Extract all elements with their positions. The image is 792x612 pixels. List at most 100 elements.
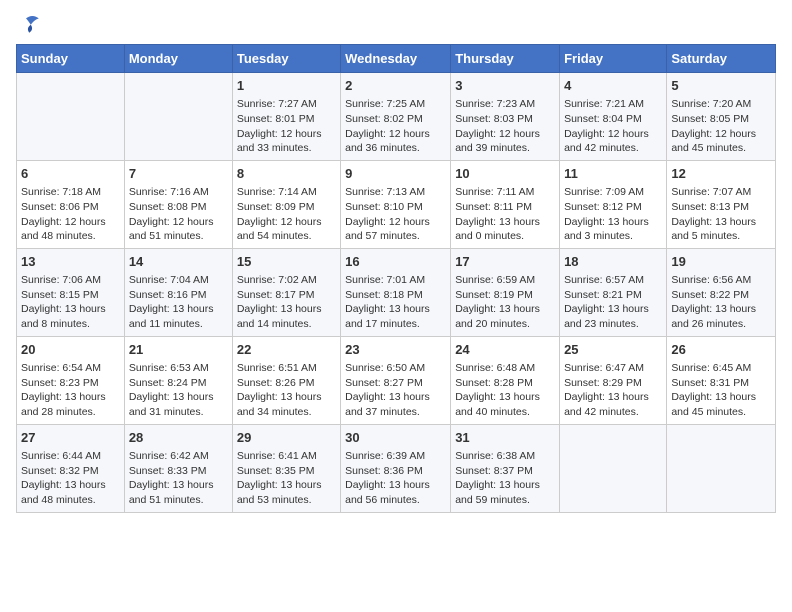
day-header-wednesday: Wednesday bbox=[341, 45, 451, 73]
cell-content: Sunrise: 7:27 AM Sunset: 8:01 PM Dayligh… bbox=[237, 97, 336, 156]
cell-content: Sunrise: 7:21 AM Sunset: 8:04 PM Dayligh… bbox=[564, 97, 662, 156]
calendar-cell: 6 Sunrise: 7:18 AM Sunset: 8:06 PM Daylig… bbox=[17, 160, 125, 248]
day-number: 7 bbox=[129, 165, 228, 183]
day-number: 27 bbox=[21, 429, 120, 447]
day-number: 9 bbox=[345, 165, 446, 183]
days-header-row: SundayMondayTuesdayWednesdayThursdayFrid… bbox=[17, 45, 776, 73]
cell-content: Sunrise: 6:45 AM Sunset: 8:31 PM Dayligh… bbox=[671, 361, 771, 420]
day-number: 22 bbox=[237, 341, 336, 359]
day-number: 17 bbox=[455, 253, 555, 271]
day-number: 25 bbox=[564, 341, 662, 359]
day-number: 29 bbox=[237, 429, 336, 447]
cell-content: Sunrise: 6:59 AM Sunset: 8:19 PM Dayligh… bbox=[455, 273, 555, 332]
day-header-thursday: Thursday bbox=[451, 45, 560, 73]
calendar-cell: 25 Sunrise: 6:47 AM Sunset: 8:29 PM Dayli… bbox=[560, 336, 667, 424]
cell-content: Sunrise: 7:13 AM Sunset: 8:10 PM Dayligh… bbox=[345, 185, 446, 244]
day-header-saturday: Saturday bbox=[667, 45, 776, 73]
header bbox=[16, 16, 776, 36]
cell-content: Sunrise: 6:47 AM Sunset: 8:29 PM Dayligh… bbox=[564, 361, 662, 420]
cell-content: Sunrise: 6:51 AM Sunset: 8:26 PM Dayligh… bbox=[237, 361, 336, 420]
day-number: 24 bbox=[455, 341, 555, 359]
calendar-cell: 15 Sunrise: 7:02 AM Sunset: 8:17 PM Dayli… bbox=[232, 248, 340, 336]
calendar-cell: 21 Sunrise: 6:53 AM Sunset: 8:24 PM Dayli… bbox=[124, 336, 232, 424]
day-number: 13 bbox=[21, 253, 120, 271]
calendar-cell: 17 Sunrise: 6:59 AM Sunset: 8:19 PM Dayli… bbox=[451, 248, 560, 336]
day-number: 14 bbox=[129, 253, 228, 271]
day-number: 11 bbox=[564, 165, 662, 183]
calendar-cell: 4 Sunrise: 7:21 AM Sunset: 8:04 PM Daylig… bbox=[560, 73, 667, 161]
week-row-5: 27 Sunrise: 6:44 AM Sunset: 8:32 PM Dayli… bbox=[17, 424, 776, 512]
day-number: 21 bbox=[129, 341, 228, 359]
logo bbox=[16, 16, 42, 36]
calendar-cell: 20Sunrise: 6:54 AM Sunset: 8:23 PM Dayli… bbox=[17, 336, 125, 424]
logo-bird-icon bbox=[18, 12, 42, 36]
cell-content: Sunrise: 7:02 AM Sunset: 8:17 PM Dayligh… bbox=[237, 273, 336, 332]
cell-content: Sunrise: 7:18 AM Sunset: 8:06 PM Dayligh… bbox=[21, 185, 120, 244]
cell-content: Sunrise: 7:09 AM Sunset: 8:12 PM Dayligh… bbox=[564, 185, 662, 244]
week-row-4: 20Sunrise: 6:54 AM Sunset: 8:23 PM Dayli… bbox=[17, 336, 776, 424]
cell-content: Sunrise: 7:01 AM Sunset: 8:18 PM Dayligh… bbox=[345, 273, 446, 332]
day-number: 1 bbox=[237, 77, 336, 95]
calendar-cell: 1 Sunrise: 7:27 AM Sunset: 8:01 PM Daylig… bbox=[232, 73, 340, 161]
day-number: 8 bbox=[237, 165, 336, 183]
calendar-cell bbox=[667, 424, 776, 512]
day-header-sunday: Sunday bbox=[17, 45, 125, 73]
calendar-cell: 26 Sunrise: 6:45 AM Sunset: 8:31 PM Dayli… bbox=[667, 336, 776, 424]
day-number: 12 bbox=[671, 165, 771, 183]
day-number: 15 bbox=[237, 253, 336, 271]
cell-content: Sunrise: 7:14 AM Sunset: 8:09 PM Dayligh… bbox=[237, 185, 336, 244]
cell-content: Sunrise: 6:56 AM Sunset: 8:22 PM Dayligh… bbox=[671, 273, 771, 332]
calendar-cell bbox=[124, 73, 232, 161]
day-number: 26 bbox=[671, 341, 771, 359]
calendar-cell: 16 Sunrise: 7:01 AM Sunset: 8:18 PM Dayli… bbox=[341, 248, 451, 336]
cell-content: Sunrise: 7:06 AM Sunset: 8:15 PM Dayligh… bbox=[21, 273, 120, 332]
cell-content: Sunrise: 7:16 AM Sunset: 8:08 PM Dayligh… bbox=[129, 185, 228, 244]
calendar-cell: 31Sunrise: 6:38 AM Sunset: 8:37 PM Dayli… bbox=[451, 424, 560, 512]
cell-content: Sunrise: 6:48 AM Sunset: 8:28 PM Dayligh… bbox=[455, 361, 555, 420]
day-number: 19 bbox=[671, 253, 771, 271]
calendar-cell: 5Sunrise: 7:20 AM Sunset: 8:05 PM Daylig… bbox=[667, 73, 776, 161]
day-number: 10 bbox=[455, 165, 555, 183]
calendar-cell: 29Sunrise: 6:41 AM Sunset: 8:35 PM Dayli… bbox=[232, 424, 340, 512]
calendar-cell: 13 Sunrise: 7:06 AM Sunset: 8:15 PM Dayli… bbox=[17, 248, 125, 336]
cell-content: Sunrise: 6:44 AM Sunset: 8:32 PM Dayligh… bbox=[21, 449, 120, 508]
calendar-cell: 19 Sunrise: 6:56 AM Sunset: 8:22 PM Dayli… bbox=[667, 248, 776, 336]
cell-content: Sunrise: 6:39 AM Sunset: 8:36 PM Dayligh… bbox=[345, 449, 446, 508]
cell-content: Sunrise: 7:25 AM Sunset: 8:02 PM Dayligh… bbox=[345, 97, 446, 156]
calendar-cell: 18 Sunrise: 6:57 AM Sunset: 8:21 PM Dayli… bbox=[560, 248, 667, 336]
day-number: 5 bbox=[671, 77, 771, 95]
day-header-friday: Friday bbox=[560, 45, 667, 73]
cell-content: Sunrise: 7:04 AM Sunset: 8:16 PM Dayligh… bbox=[129, 273, 228, 332]
calendar-cell bbox=[17, 73, 125, 161]
calendar-cell: 24 Sunrise: 6:48 AM Sunset: 8:28 PM Dayli… bbox=[451, 336, 560, 424]
calendar-cell: 23 Sunrise: 6:50 AM Sunset: 8:27 PM Dayli… bbox=[341, 336, 451, 424]
day-number: 4 bbox=[564, 77, 662, 95]
cell-content: Sunrise: 6:38 AM Sunset: 8:37 PM Dayligh… bbox=[455, 449, 555, 508]
week-row-1: 1 Sunrise: 7:27 AM Sunset: 8:01 PM Daylig… bbox=[17, 73, 776, 161]
cell-content: Sunrise: 6:50 AM Sunset: 8:27 PM Dayligh… bbox=[345, 361, 446, 420]
day-number: 16 bbox=[345, 253, 446, 271]
day-number: 28 bbox=[129, 429, 228, 447]
day-number: 18 bbox=[564, 253, 662, 271]
cell-content: Sunrise: 6:42 AM Sunset: 8:33 PM Dayligh… bbox=[129, 449, 228, 508]
day-header-monday: Monday bbox=[124, 45, 232, 73]
week-row-2: 6 Sunrise: 7:18 AM Sunset: 8:06 PM Daylig… bbox=[17, 160, 776, 248]
calendar-cell: 14 Sunrise: 7:04 AM Sunset: 8:16 PM Dayli… bbox=[124, 248, 232, 336]
day-number: 3 bbox=[455, 77, 555, 95]
day-number: 23 bbox=[345, 341, 446, 359]
calendar-cell: 11 Sunrise: 7:09 AM Sunset: 8:12 PM Dayli… bbox=[560, 160, 667, 248]
calendar-cell: 8 Sunrise: 7:14 AM Sunset: 8:09 PM Daylig… bbox=[232, 160, 340, 248]
calendar-cell: 27 Sunrise: 6:44 AM Sunset: 8:32 PM Dayli… bbox=[17, 424, 125, 512]
day-number: 6 bbox=[21, 165, 120, 183]
calendar-cell: 28 Sunrise: 6:42 AM Sunset: 8:33 PM Dayli… bbox=[124, 424, 232, 512]
calendar-cell: 10Sunrise: 7:11 AM Sunset: 8:11 PM Dayli… bbox=[451, 160, 560, 248]
calendar-cell: 7 Sunrise: 7:16 AM Sunset: 8:08 PM Daylig… bbox=[124, 160, 232, 248]
cell-content: Sunrise: 6:57 AM Sunset: 8:21 PM Dayligh… bbox=[564, 273, 662, 332]
calendar-cell bbox=[560, 424, 667, 512]
cell-content: Sunrise: 6:53 AM Sunset: 8:24 PM Dayligh… bbox=[129, 361, 228, 420]
calendar-table: SundayMondayTuesdayWednesdayThursdayFrid… bbox=[16, 44, 776, 513]
day-number: 20 bbox=[21, 341, 120, 359]
calendar-cell: 3Sunrise: 7:23 AM Sunset: 8:03 PM Daylig… bbox=[451, 73, 560, 161]
cell-content: Sunrise: 7:07 AM Sunset: 8:13 PM Dayligh… bbox=[671, 185, 771, 244]
calendar-cell: 9 Sunrise: 7:13 AM Sunset: 8:10 PM Daylig… bbox=[341, 160, 451, 248]
